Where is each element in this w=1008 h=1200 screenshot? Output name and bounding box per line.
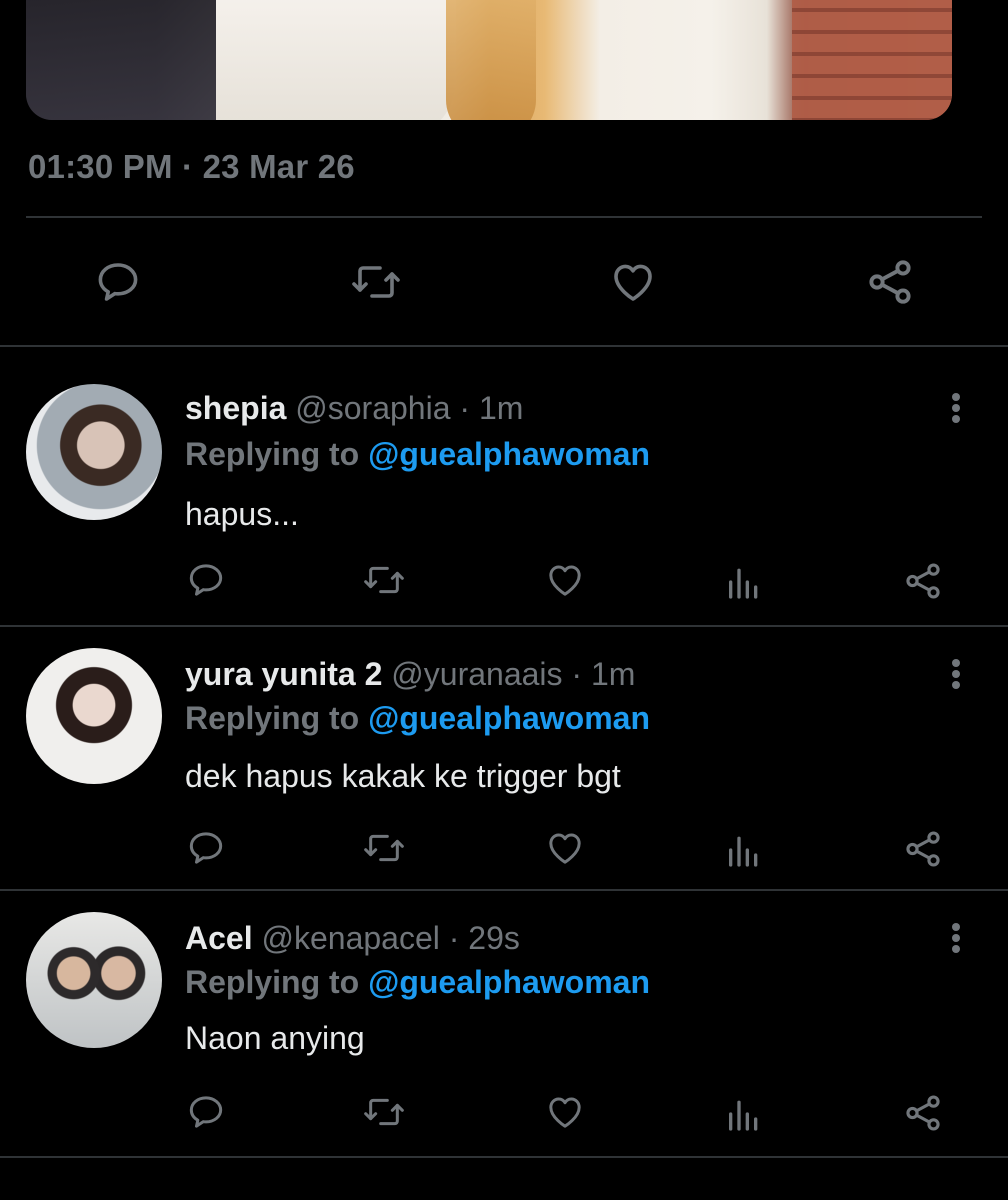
replying-to-handle[interactable]: @guealphawoman <box>368 436 650 472</box>
display-name[interactable]: shepia <box>185 390 286 426</box>
more-options-icon[interactable] <box>944 920 968 956</box>
tweet-timestamp[interactable]: 01:30 PM · 23 Mar 26 <box>28 148 355 186</box>
tweet-action-bar <box>0 250 1008 320</box>
replying-to-label: Replying to <box>185 700 360 736</box>
views-icon[interactable] <box>724 1094 764 1134</box>
more-options-icon[interactable] <box>944 656 968 692</box>
replying-to-label: Replying to <box>185 436 360 472</box>
share-icon[interactable] <box>902 1092 944 1134</box>
reply-header: shepia @soraphia · 1m <box>185 390 523 427</box>
retweet-icon[interactable] <box>362 560 406 600</box>
reply-time: 1m <box>478 390 524 426</box>
reply-icon[interactable] <box>186 828 226 868</box>
media-shape <box>792 0 952 120</box>
separator-dot: · <box>459 390 471 426</box>
heart-icon[interactable] <box>544 828 586 868</box>
share-icon[interactable] <box>864 256 916 308</box>
share-icon[interactable] <box>902 560 944 602</box>
replying-to-handle[interactable]: @guealphawoman <box>368 964 650 1000</box>
reply-text: Naon anying <box>185 1020 365 1056</box>
replying-to-line: Replying to @guealphawoman <box>185 700 650 737</box>
replying-to-label: Replying to <box>185 964 360 1000</box>
avatar[interactable] <box>26 648 162 784</box>
reply-text: dek hapus kakak ke trigger bgt <box>185 758 621 794</box>
retweet-icon[interactable] <box>350 258 402 306</box>
separator-dot: · <box>448 920 460 956</box>
reply-tweet[interactable]: Acel @kenapacel · 29s Replying to @gueal… <box>0 890 1008 1156</box>
media-shape <box>26 0 216 120</box>
tweet-detail-page: 01:30 PM · 23 Mar 26 shepia @soraphia · … <box>0 0 1008 1200</box>
share-icon[interactable] <box>902 828 944 870</box>
heart-icon[interactable] <box>544 560 586 600</box>
views-icon[interactable] <box>724 562 764 602</box>
reply-icon[interactable] <box>186 560 226 600</box>
reply-icon[interactable] <box>94 258 142 306</box>
media-shape <box>446 0 536 120</box>
user-handle[interactable]: @soraphia <box>295 390 450 426</box>
retweet-icon[interactable] <box>362 1092 406 1132</box>
user-handle[interactable]: @kenapacel <box>261 920 439 956</box>
replying-to-line: Replying to @guealphawoman <box>185 964 650 1001</box>
reply-tweet[interactable]: yura yunita 2 @yuranaais · 1m Replying t… <box>0 626 1008 888</box>
reply-time: 1m <box>590 656 636 692</box>
reply-header: yura yunita 2 @yuranaais · 1m <box>185 656 635 693</box>
heart-icon[interactable] <box>544 1092 586 1132</box>
retweet-icon[interactable] <box>362 828 406 868</box>
divider <box>0 1156 1008 1158</box>
display-name[interactable]: Acel <box>185 920 253 956</box>
separator-dot: · <box>571 656 583 692</box>
divider <box>26 216 982 218</box>
heart-icon[interactable] <box>608 258 658 306</box>
media-shape <box>216 0 456 120</box>
display-name[interactable]: yura yunita 2 <box>185 656 382 692</box>
reply-action-bar <box>0 1092 1008 1142</box>
views-icon[interactable] <box>724 830 764 870</box>
reply-icon[interactable] <box>186 1092 226 1132</box>
reply-time: 29s <box>468 920 520 956</box>
reply-tweet[interactable]: shepia @soraphia · 1m Replying to @gueal… <box>0 346 1008 624</box>
reply-text: hapus... <box>185 496 299 532</box>
reply-action-bar <box>0 560 1008 610</box>
replying-to-line: Replying to @guealphawoman <box>185 436 650 473</box>
replying-to-handle[interactable]: @guealphawoman <box>368 700 650 736</box>
user-handle[interactable]: @yuranaais <box>391 656 562 692</box>
avatar[interactable] <box>26 912 162 1048</box>
tweet-media-image[interactable] <box>26 0 952 120</box>
avatar[interactable] <box>26 384 162 520</box>
reply-action-bar <box>0 828 1008 878</box>
more-options-icon[interactable] <box>944 390 968 426</box>
reply-header: Acel @kenapacel · 29s <box>185 920 520 957</box>
